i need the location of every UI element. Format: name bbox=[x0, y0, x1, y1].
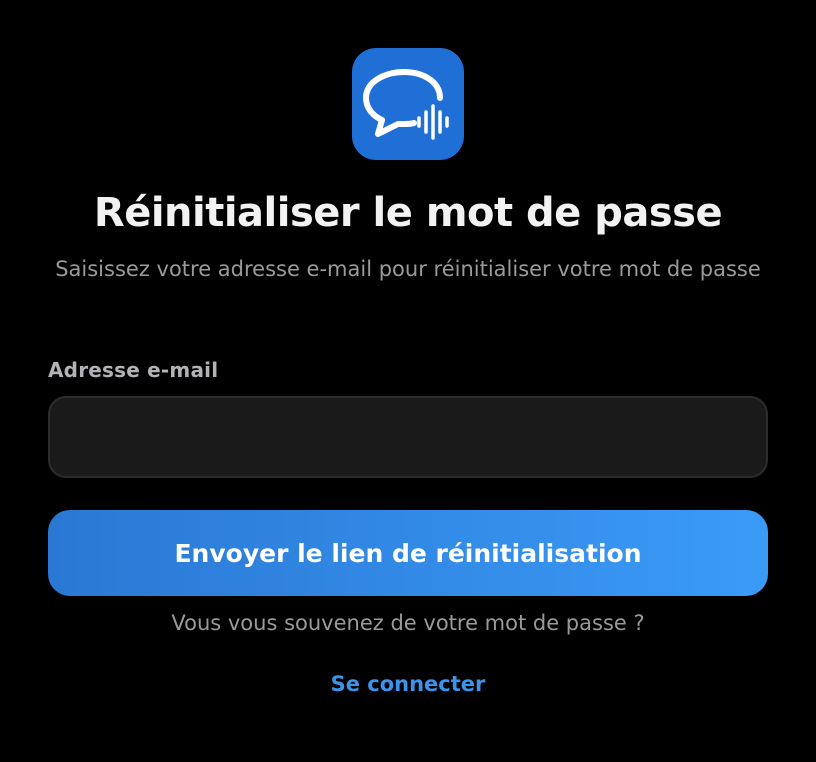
email-field[interactable] bbox=[48, 396, 768, 478]
speech-bubble-waveform-icon bbox=[363, 69, 449, 140]
login-link[interactable]: Se connecter bbox=[308, 672, 508, 696]
app-logo bbox=[352, 48, 464, 160]
page-subtitle: Saisissez votre adresse e-mail pour réin… bbox=[55, 257, 761, 281]
send-reset-link-button[interactable]: Envoyer le lien de réinitialisation bbox=[48, 510, 768, 596]
email-label: Adresse e-mail bbox=[48, 358, 219, 382]
remember-password-text: Vous vous souvenez de votre mot de passe… bbox=[171, 611, 645, 635]
page-title: Réinitialiser le mot de passe bbox=[93, 190, 723, 236]
